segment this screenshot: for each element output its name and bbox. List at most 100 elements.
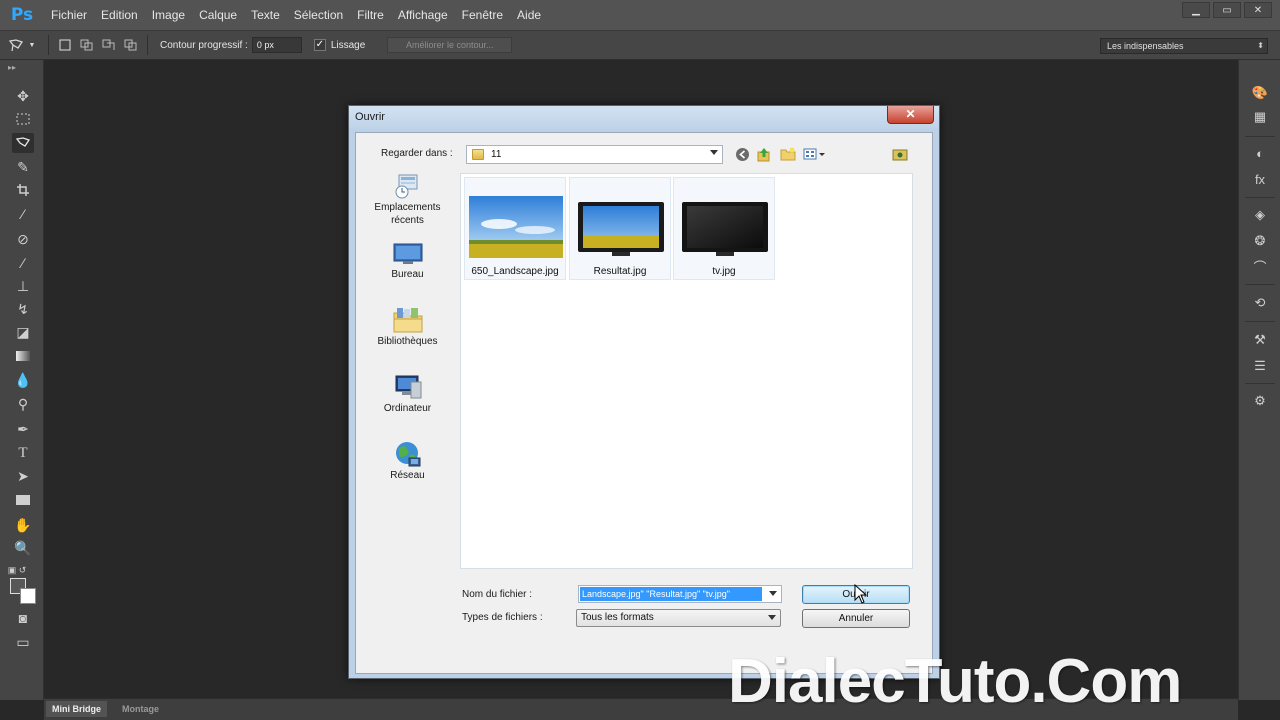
menu-texte[interactable]: Texte [244, 0, 287, 30]
healing-brush-tool-icon[interactable]: ⊘ [12, 229, 34, 249]
file-type-label: Types de fichiers : [462, 612, 543, 623]
menu-fenetre[interactable]: Fenêtre [455, 0, 510, 30]
landscape-thumbnail-icon [469, 196, 563, 258]
menu-image[interactable]: Image [145, 0, 192, 30]
tab-montage[interactable]: Montage [116, 701, 165, 717]
place-label: Bibliothèques [377, 336, 438, 347]
quick-select-tool-icon[interactable]: ✎ [12, 157, 34, 177]
eraser-tool-icon[interactable]: ◪ [12, 322, 34, 342]
minimize-button[interactable]: ▁ [1182, 2, 1210, 18]
menu-aide[interactable]: Aide [510, 0, 548, 30]
up-folder-icon[interactable] [756, 146, 772, 162]
hand-tool-icon[interactable]: ✋ [12, 515, 34, 535]
blur-tool-icon[interactable]: 💧 [12, 370, 34, 390]
options-bar: ▼ Contour progressif : 0 px ✓ Lissage Am… [0, 30, 1280, 60]
character-panel-icon[interactable]: ⚙ [1250, 392, 1270, 410]
dialog-close-button[interactable]: ✕ [887, 106, 934, 124]
adjustments-panel-icon[interactable]: ◐ [1250, 144, 1270, 162]
workspace-select[interactable]: Les indispensables ⬍ [1100, 38, 1268, 54]
refine-edge-button[interactable]: Améliorer le contour... [387, 37, 513, 53]
look-in-select[interactable]: 11 [466, 145, 723, 164]
menu-selection[interactable]: Sélection [287, 0, 350, 30]
zoom-tool-icon[interactable]: 🔍 [12, 538, 34, 558]
menu-calque[interactable]: Calque [192, 0, 244, 30]
dialog-titlebar[interactable]: Ouvrir ✕ [349, 106, 939, 130]
window-controls: ▁ ▭ ✕ [1182, 2, 1272, 18]
file-item[interactable]: 650_Landscape.jpg [464, 177, 566, 280]
place-desktop[interactable]: Bureau [359, 240, 456, 281]
new-selection-icon[interactable] [57, 37, 73, 53]
intersect-selection-icon[interactable] [123, 37, 139, 53]
menu-fichier[interactable]: Fichier [44, 0, 94, 30]
file-item[interactable]: Resultat.jpg [569, 177, 671, 280]
crop-tool-icon[interactable] [12, 180, 34, 200]
path-select-tool-icon[interactable]: ➤ [12, 466, 34, 486]
tools-panel: ▸▸ ✥ ✎ ⁄ ⊘ ∕ ⊥ ↯ ◪ 💧 ⚲ ✒ T ➤ ✋ 🔍 ▣ ↺ ◙ ▭ [0, 60, 44, 700]
place-label: Emplacements récents [374, 202, 441, 226]
maximize-button[interactable]: ▭ [1213, 2, 1241, 18]
menu-affichage[interactable]: Affichage [391, 0, 455, 30]
file-list[interactable]: 650_Landscape.jpg Resultat.jpg tv.jpg [460, 173, 913, 569]
preset-dropdown-icon[interactable]: ▼ [24, 37, 40, 53]
feather-input[interactable]: 0 px [251, 37, 302, 53]
view-menu-icon[interactable] [802, 146, 828, 162]
feather-label: Contour progressif : [160, 39, 248, 51]
add-selection-icon[interactable] [79, 37, 95, 53]
move-tool-icon[interactable]: ✥ [12, 86, 34, 106]
clone-stamp-tool-icon[interactable]: ⊥ [12, 276, 34, 296]
history-panel-icon[interactable]: ⟲ [1250, 294, 1270, 312]
dodge-tool-icon[interactable]: ⚲ [12, 394, 34, 414]
menu-edition[interactable]: Edition [94, 0, 145, 30]
subtract-selection-icon[interactable] [101, 37, 117, 53]
channels-panel-icon[interactable]: ❂ [1250, 232, 1270, 250]
place-computer[interactable]: Ordinateur [359, 374, 456, 415]
place-label: Ordinateur [383, 403, 432, 414]
styles-panel-icon[interactable]: fx [1250, 170, 1270, 188]
panel-grip-icon[interactable]: ▸▸ [8, 63, 16, 72]
actions-panel-icon[interactable]: ⚒ [1250, 331, 1270, 349]
back-icon[interactable] [734, 146, 750, 162]
brush-tool-icon[interactable]: ∕ [12, 253, 34, 273]
chevron-down-icon [768, 615, 776, 620]
lasso-tool-icon[interactable] [12, 133, 34, 153]
place-label: Bureau [391, 269, 424, 280]
network-icon [393, 441, 423, 467]
rectangle-tool-icon[interactable] [12, 490, 34, 510]
type-tool-icon[interactable]: T [12, 443, 34, 463]
bridge-folder-icon[interactable] [892, 146, 908, 162]
close-window-button[interactable]: ✕ [1244, 2, 1272, 18]
swatches-panel-icon[interactable]: ▦ [1250, 108, 1270, 126]
properties-panel-icon[interactable]: ☰ [1250, 357, 1270, 375]
dialog-title: Ouvrir [355, 111, 385, 123]
paths-panel-icon[interactable]: ⌒ [1250, 257, 1270, 275]
chevron-down-icon[interactable] [769, 591, 777, 596]
quick-mask-icon[interactable]: ◙ [12, 608, 34, 628]
place-recent[interactable]: Emplacements récents [359, 173, 456, 227]
lasso-preset-icon[interactable] [8, 37, 24, 53]
color-panel-icon[interactable]: 🎨 [1250, 84, 1270, 102]
mouse-cursor-icon [854, 583, 868, 604]
history-brush-tool-icon[interactable]: ↯ [12, 299, 34, 319]
menu-filtre[interactable]: Filtre [350, 0, 391, 30]
background-color-swatch[interactable] [20, 588, 36, 604]
layers-panel-icon[interactable]: ◈ [1250, 206, 1270, 224]
gradient-tool-icon[interactable] [12, 346, 34, 366]
file-type-select[interactable]: Tous les formats [576, 609, 781, 627]
file-item[interactable]: tv.jpg [673, 177, 775, 280]
photoshop-logo: Ps [10, 5, 34, 25]
default-colors-icon[interactable]: ▣ ↺ [6, 560, 28, 580]
place-network[interactable]: Réseau [359, 441, 456, 482]
cancel-button[interactable]: Annuler [802, 609, 910, 628]
marquee-tool-icon[interactable] [12, 109, 34, 129]
pen-tool-icon[interactable]: ✒ [12, 419, 34, 439]
file-name-input[interactable]: Landscape.jpg" "Resultat.jpg" "tv.jpg" [578, 585, 782, 603]
tab-mini-bridge[interactable]: Mini Bridge [46, 701, 107, 717]
smoothing-checkbox[interactable]: ✓ [313, 39, 326, 51]
file-type-value: Tous les formats [581, 612, 654, 623]
new-folder-icon[interactable] [780, 146, 796, 162]
screen-mode-icon[interactable]: ▭ [12, 632, 34, 652]
place-libraries[interactable]: Bibliothèques [359, 307, 456, 348]
chevron-down-icon [710, 150, 718, 155]
libraries-icon [393, 307, 423, 333]
eyedropper-tool-icon[interactable]: ⁄ [12, 204, 34, 224]
